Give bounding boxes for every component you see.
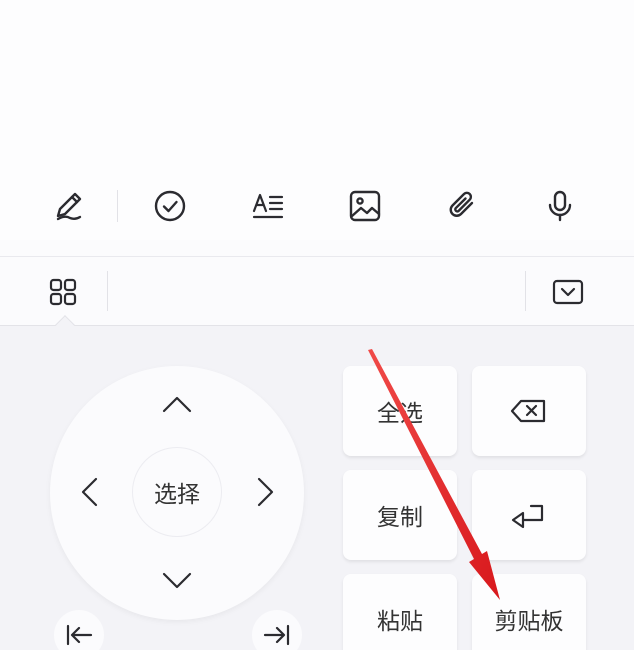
paperclip-icon[interactable] <box>443 186 483 226</box>
arrow-left-icon[interactable] <box>73 475 107 509</box>
arrow-up-icon[interactable] <box>160 388 194 422</box>
check-circle-icon[interactable] <box>150 186 190 226</box>
toolbar-divider <box>117 190 118 222</box>
collapse-keyboard-icon[interactable] <box>547 271 589 313</box>
select-button[interactable]: 选择 <box>132 447 222 537</box>
pen-icon[interactable] <box>50 186 90 226</box>
copy-button[interactable]: 复制 <box>343 470 457 560</box>
image-icon[interactable] <box>345 186 385 226</box>
clipboard-button[interactable]: 剪贴板 <box>472 574 586 650</box>
bar-divider <box>525 271 526 311</box>
editor-toolbar <box>0 172 634 240</box>
line-end-icon <box>263 624 290 646</box>
line-start-icon <box>66 624 93 646</box>
text-format-icon[interactable] <box>248 186 288 226</box>
paste-button[interactable]: 粘贴 <box>343 574 457 650</box>
enter-icon <box>511 504 544 529</box>
bar-divider <box>107 271 108 311</box>
select-all-button[interactable]: 全选 <box>343 366 457 456</box>
keyboard-top-bar <box>0 257 634 325</box>
text-editor-area[interactable] <box>0 0 634 172</box>
backspace-icon <box>510 399 546 423</box>
microphone-icon[interactable] <box>540 186 580 226</box>
arrow-right-icon[interactable] <box>248 475 282 509</box>
backspace-button[interactable] <box>472 366 586 456</box>
grid-icon[interactable] <box>42 271 84 313</box>
arrow-down-icon[interactable] <box>160 563 194 597</box>
enter-button[interactable] <box>472 470 586 560</box>
